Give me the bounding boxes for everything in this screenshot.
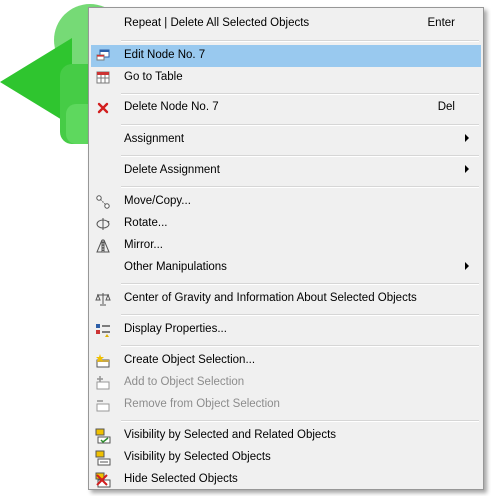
menu-item-assignment[interactable]: Assignment [91, 129, 481, 151]
context-menu: Repeat | Delete All Selected Objects Ent… [88, 7, 484, 490]
add-selection-icon [95, 375, 111, 391]
menu-item-label: Edit Node No. 7 [124, 49, 206, 61]
menu-item-rotate[interactable]: Rotate... [91, 213, 481, 235]
screen: Repeat | Delete All Selected Objects Ent… [0, 0, 491, 496]
menu-item-hide-selected[interactable]: Hide Selected Objects [91, 469, 481, 491]
visibility-related-icon [95, 428, 111, 444]
menu-item-label: Go to Table [124, 71, 183, 83]
menu-item-label: Visibility by Selected and Related Objec… [124, 429, 337, 441]
menu-separator [121, 93, 479, 95]
rotate-icon [95, 216, 111, 232]
menu-item-center-of-gravity[interactable]: Center of Gravity and Information About … [91, 288, 481, 310]
menu-separator [121, 186, 479, 188]
menu-item-edit-node[interactable]: Edit Node No. 7 [91, 45, 481, 67]
move-copy-icon [95, 194, 111, 210]
menu-item-delete-node[interactable]: Delete Node No. 7 Del [91, 97, 481, 119]
mirror-icon [95, 238, 111, 254]
menu-item-label: Other Manipulations [124, 261, 227, 273]
menu-separator [121, 40, 479, 42]
menu-item-label: Add to Object Selection [124, 376, 245, 388]
menu-item-label: Repeat | Delete All Selected Objects [124, 17, 310, 29]
menu-separator [121, 283, 479, 285]
menu-item-visibility-selected-related[interactable]: Visibility by Selected and Related Objec… [91, 425, 481, 447]
menu-item-remove-from-object-selection[interactable]: Remove from Object Selection [91, 394, 481, 416]
submenu-arrow-icon [465, 134, 469, 142]
menu-separator [121, 124, 479, 126]
menu-item-repeat-delete[interactable]: Repeat | Delete All Selected Objects Ent… [91, 13, 481, 35]
hide-selected-icon [95, 472, 111, 488]
display-properties-icon [95, 322, 111, 338]
menu-item-label: Rotate... [124, 217, 168, 229]
table-icon [95, 70, 111, 86]
submenu-arrow-icon [465, 165, 469, 173]
menu-item-add-to-object-selection[interactable]: Add to Object Selection [91, 372, 481, 394]
menu-item-shortcut: Enter [427, 17, 456, 29]
menu-item-go-to-table[interactable]: Go to Table [91, 67, 481, 89]
menu-item-visibility-selected[interactable]: Visibility by Selected Objects [91, 447, 481, 469]
menu-item-label: Delete Assignment [124, 164, 220, 176]
menu-item-label: Create Object Selection... [124, 354, 256, 366]
menu-item-label: Hide Selected Objects [124, 473, 238, 485]
menu-separator [121, 345, 479, 347]
menu-item-label: Display Properties... [124, 323, 227, 335]
menu-item-label: Assignment [124, 133, 185, 145]
menu-item-create-object-selection[interactable]: Create Object Selection... [91, 350, 481, 372]
menu-item-label: Move/Copy... [124, 195, 191, 207]
edit-window-icon [95, 48, 111, 64]
menu-item-label: Remove from Object Selection [124, 398, 280, 410]
remove-selection-icon [95, 397, 111, 413]
menu-separator [121, 314, 479, 316]
menu-item-mirror[interactable]: Mirror... [91, 235, 481, 257]
menu-item-label: Delete Node No. 7 [124, 101, 219, 113]
red-x-icon [95, 100, 111, 116]
menu-item-label: Mirror... [124, 239, 163, 251]
menu-item-shortcut: Del [437, 101, 455, 113]
create-selection-icon [95, 353, 111, 369]
menu-separator [121, 155, 479, 157]
menu-item-display-properties[interactable]: Display Properties... [91, 319, 481, 341]
menu-separator [121, 420, 479, 422]
submenu-arrow-icon [465, 262, 469, 270]
visibility-selected-icon [95, 450, 111, 466]
balance-scale-icon [95, 291, 111, 307]
menu-item-other-manipulations[interactable]: Other Manipulations [91, 257, 481, 279]
menu-item-label: Visibility by Selected Objects [124, 451, 271, 463]
menu-item-label: Center of Gravity and Information About … [124, 292, 417, 304]
menu-item-delete-assignment[interactable]: Delete Assignment [91, 160, 481, 182]
menu-item-move-copy[interactable]: Move/Copy... [91, 191, 481, 213]
